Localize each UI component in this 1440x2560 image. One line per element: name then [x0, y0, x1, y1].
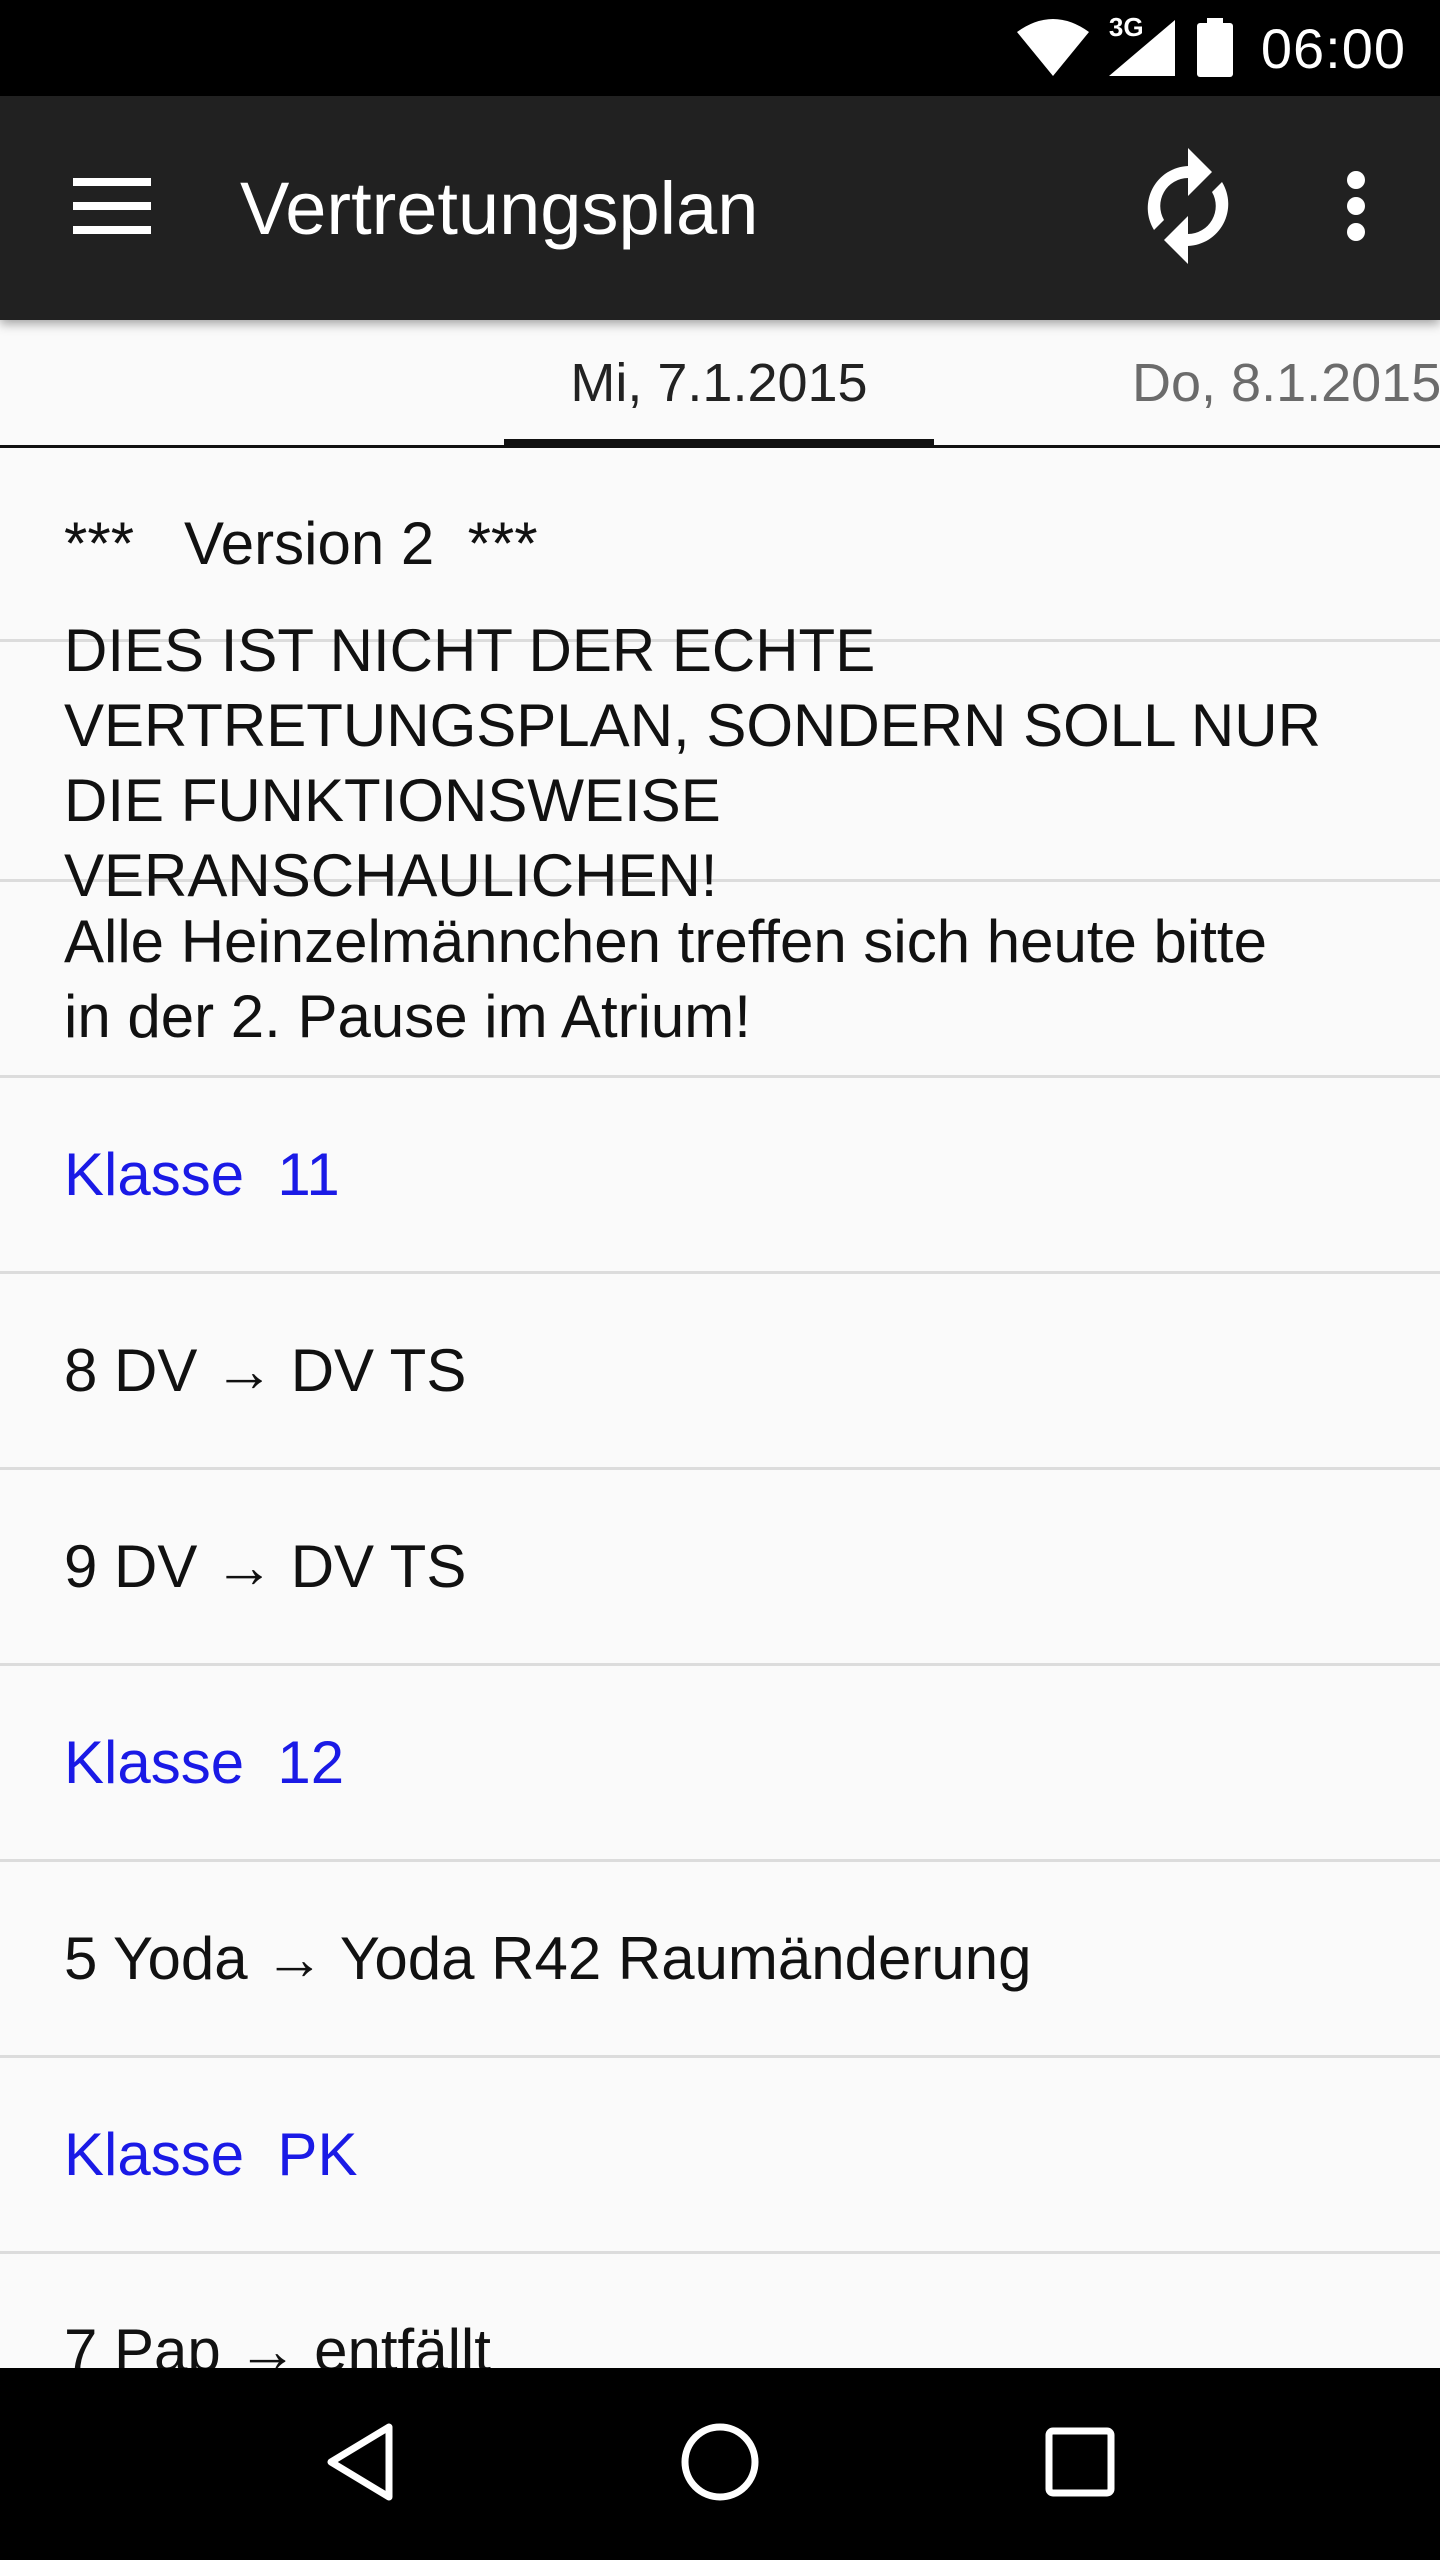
home-icon [680, 2422, 760, 2507]
wifi-icon [1016, 18, 1089, 78]
menu-icon [73, 177, 151, 239]
date-tabs: Mi, 7.1.2015 Do, 8.1.2015 [0, 320, 1440, 448]
app-toolbar: Vertretungsplan [0, 96, 1440, 320]
list-item: 5 Yoda → Yoda R42 Raumänderung [0, 1862, 1440, 2058]
network-type-label: 3G [1108, 12, 1144, 42]
system-nav-bar [0, 2368, 1440, 2560]
overflow-menu-button[interactable] [1272, 96, 1440, 320]
notice-line: VERTRETUNGSPLAN, SONDERN SOLL NUR [64, 691, 1321, 759]
class-header-11: Klasse 11 [0, 1078, 1440, 1274]
message-line: in der 2. Pause im Atrium! [64, 982, 751, 1050]
tab-date-next[interactable]: Do, 8.1.2015 [1100, 320, 1440, 445]
list-item: 7 Pap → entfällt [0, 2254, 1440, 2368]
home-button[interactable] [650, 2394, 790, 2534]
recents-button[interactable] [1010, 2394, 1150, 2534]
overflow-menu-icon [1346, 170, 1366, 247]
refresh-button[interactable] [1104, 96, 1272, 320]
back-button[interactable] [290, 2394, 430, 2534]
menu-button[interactable] [0, 96, 224, 320]
battery-icon [1195, 18, 1235, 78]
class-header-pk: Klasse PK [0, 2058, 1440, 2254]
notice-line: DIE FUNKTIONSWEISE VERANSCHAULICHEN! [64, 766, 721, 909]
back-icon [325, 2423, 395, 2506]
notice-row: DIES IST NICHT DER ECHTE VERTRETUNGSPLAN… [0, 617, 1440, 909]
recents-icon [1045, 2427, 1115, 2502]
message-line: Alle Heinzelmännchen treffen sich heute … [64, 907, 1267, 975]
tab-date-current[interactable]: Mi, 7.1.2015 [504, 320, 934, 448]
refresh-icon [1140, 147, 1236, 269]
cell-signal-icon: 3G [1107, 12, 1177, 78]
clock: 06:00 [1260, 16, 1406, 80]
list-item: 8 DV → DV TS [0, 1274, 1440, 1470]
status-bar: 3G 06:00 [0, 0, 1440, 96]
version-text: *** Version 2 *** [64, 510, 538, 577]
substitution-list[interactable]: *** Version 2 *** DIES IST NICHT DER ECH… [0, 448, 1440, 2368]
list-item: 9 DV → DV TS [0, 1470, 1440, 1666]
notice-line: DIES IST NICHT DER ECHTE [64, 616, 876, 684]
class-header-12: Klasse 12 [0, 1666, 1440, 1862]
message-row: Alle Heinzelmännchen treffen sich heute … [0, 882, 1440, 1078]
page-title: Vertretungsplan [240, 166, 759, 250]
